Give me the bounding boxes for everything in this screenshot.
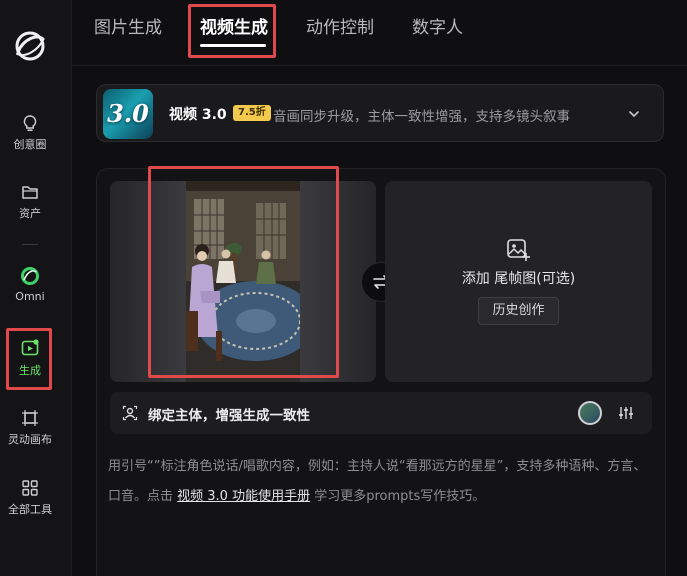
subject-avatar[interactable] bbox=[578, 401, 602, 425]
sidebar-item-label: 灵动画布 bbox=[8, 433, 52, 446]
sidebar-item-omni[interactable]: Omni bbox=[0, 266, 60, 303]
highlight-box bbox=[148, 166, 339, 378]
model-name: 视频 3.0 bbox=[169, 107, 227, 123]
discount-badge: 7.5折 bbox=[233, 105, 271, 121]
highlight-box bbox=[188, 4, 276, 58]
model-selector[interactable]: 3.0 视频 3.0 7.5折 音画同步升级，主体一致性增强，支持多镜头叙事 bbox=[96, 84, 664, 142]
bind-subject-label: 绑定主体，增强生成一致性 bbox=[148, 408, 310, 424]
tab-motion-control[interactable]: 动作控制 bbox=[306, 13, 374, 38]
history-creations-button[interactable]: 历史创作 bbox=[478, 297, 559, 325]
subject-bind-icon bbox=[122, 405, 138, 421]
hint-text-after: 学习更多prompts写作技巧。 bbox=[310, 489, 486, 504]
manual-link[interactable]: 视频 3.0 功能使用手册 bbox=[177, 489, 310, 504]
sidebar: 创意圈 资产 Omni 生成 灵动画布 全部工具 bbox=[0, 0, 72, 576]
sidebar-item-label: 全部工具 bbox=[8, 503, 52, 516]
end-frame-card[interactable]: 添加 尾帧图(可选) 历史创作 bbox=[385, 181, 652, 382]
sidebar-item-label: Omni bbox=[15, 290, 45, 303]
model-thumbnail: 3.0 bbox=[103, 89, 153, 139]
model-thumb-text: 3.0 bbox=[107, 99, 149, 128]
sidebar-divider bbox=[22, 244, 38, 245]
omni-ring-icon bbox=[21, 267, 39, 285]
sidebar-item-creative[interactable]: 创意圈 bbox=[0, 114, 60, 152]
prompt-hint-text: 用引号“”标注角色说话/唱歌内容，例如：主持人说“看那远方的星星”，支持多种语种… bbox=[108, 452, 656, 512]
canvas-frame-icon bbox=[22, 410, 38, 426]
add-end-frame-label: 添加 尾帧图(可选) bbox=[461, 271, 576, 287]
sidebar-item-assets[interactable]: 资产 bbox=[0, 183, 60, 221]
chevron-down-icon[interactable] bbox=[627, 107, 641, 121]
settings-sliders-icon[interactable] bbox=[618, 405, 634, 421]
grid-tools-icon bbox=[22, 480, 38, 496]
app-logo-icon[interactable] bbox=[12, 28, 48, 64]
bind-subject-bar[interactable]: 绑定主体，增强生成一致性 bbox=[110, 392, 652, 434]
sidebar-item-label: 资产 bbox=[19, 207, 41, 220]
sidebar-item-label: 创意圈 bbox=[13, 138, 47, 151]
tab-image-generation[interactable]: 图片生成 bbox=[94, 13, 162, 38]
top-tabs: 图片生成 视频生成 动作控制 数字人 bbox=[72, 0, 687, 66]
folder-icon bbox=[22, 186, 38, 199]
model-description: 音画同步升级，主体一致性增强，支持多镜头叙事 bbox=[273, 109, 570, 125]
sidebar-item-canvas[interactable]: 灵动画布 bbox=[0, 409, 60, 447]
lightbulb-icon bbox=[23, 115, 37, 131]
highlight-box bbox=[6, 328, 52, 390]
sidebar-item-all-tools[interactable]: 全部工具 bbox=[0, 479, 60, 517]
tab-digital-human[interactable]: 数字人 bbox=[412, 13, 463, 38]
add-image-icon bbox=[507, 239, 530, 261]
